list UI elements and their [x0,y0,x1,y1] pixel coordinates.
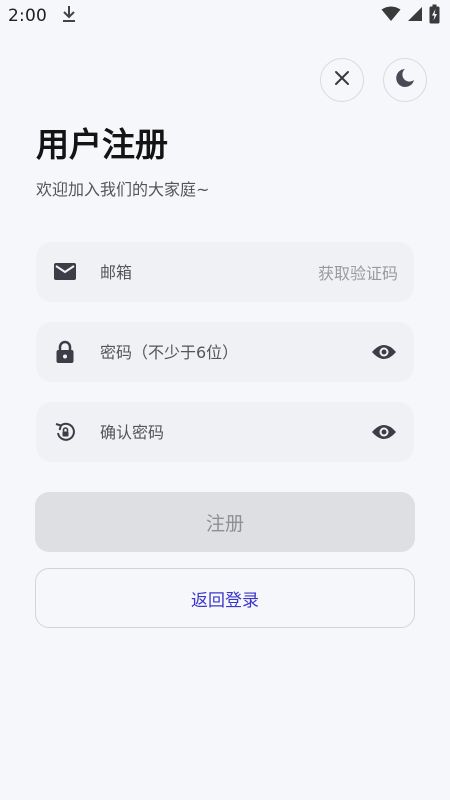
password-input[interactable] [100,342,370,362]
signal-icon [407,6,423,26]
theme-toggle-button[interactable] [383,58,427,102]
status-right [381,4,440,28]
email-field: 获取验证码 [36,242,414,302]
register-screen: 2:00 用户注册 欢迎加入我们的大家庭~ 邮箱 获取验证码 注册 返回登录 [0,0,450,800]
password-field [36,322,414,382]
back-to-login-button[interactable]: 返回登录 [35,568,415,628]
download-icon [61,4,77,28]
mail-icon [52,259,78,285]
lock-icon [52,339,78,365]
status-left: 2:00 [8,4,77,28]
wifi-icon [381,6,401,26]
confirm-password-field [36,402,414,462]
email-input[interactable] [100,262,318,282]
confirm-password-input[interactable] [100,422,370,442]
page-subtitle: 欢迎加入我们的大家庭~ [36,180,210,199]
eye-icon[interactable] [370,418,398,446]
battery-charging-icon [429,4,440,28]
get-code-link[interactable]: 获取验证码 [318,260,398,284]
register-button[interactable]: 注册 [35,492,415,552]
page-title: 用户注册 [36,125,168,164]
close-icon [333,69,351,91]
status-bar: 2:00 [0,0,450,32]
moon-icon [394,67,416,93]
status-time: 2:00 [8,6,47,26]
close-button[interactable] [320,58,364,102]
eye-icon[interactable] [370,338,398,366]
lock-reset-icon [52,419,78,445]
